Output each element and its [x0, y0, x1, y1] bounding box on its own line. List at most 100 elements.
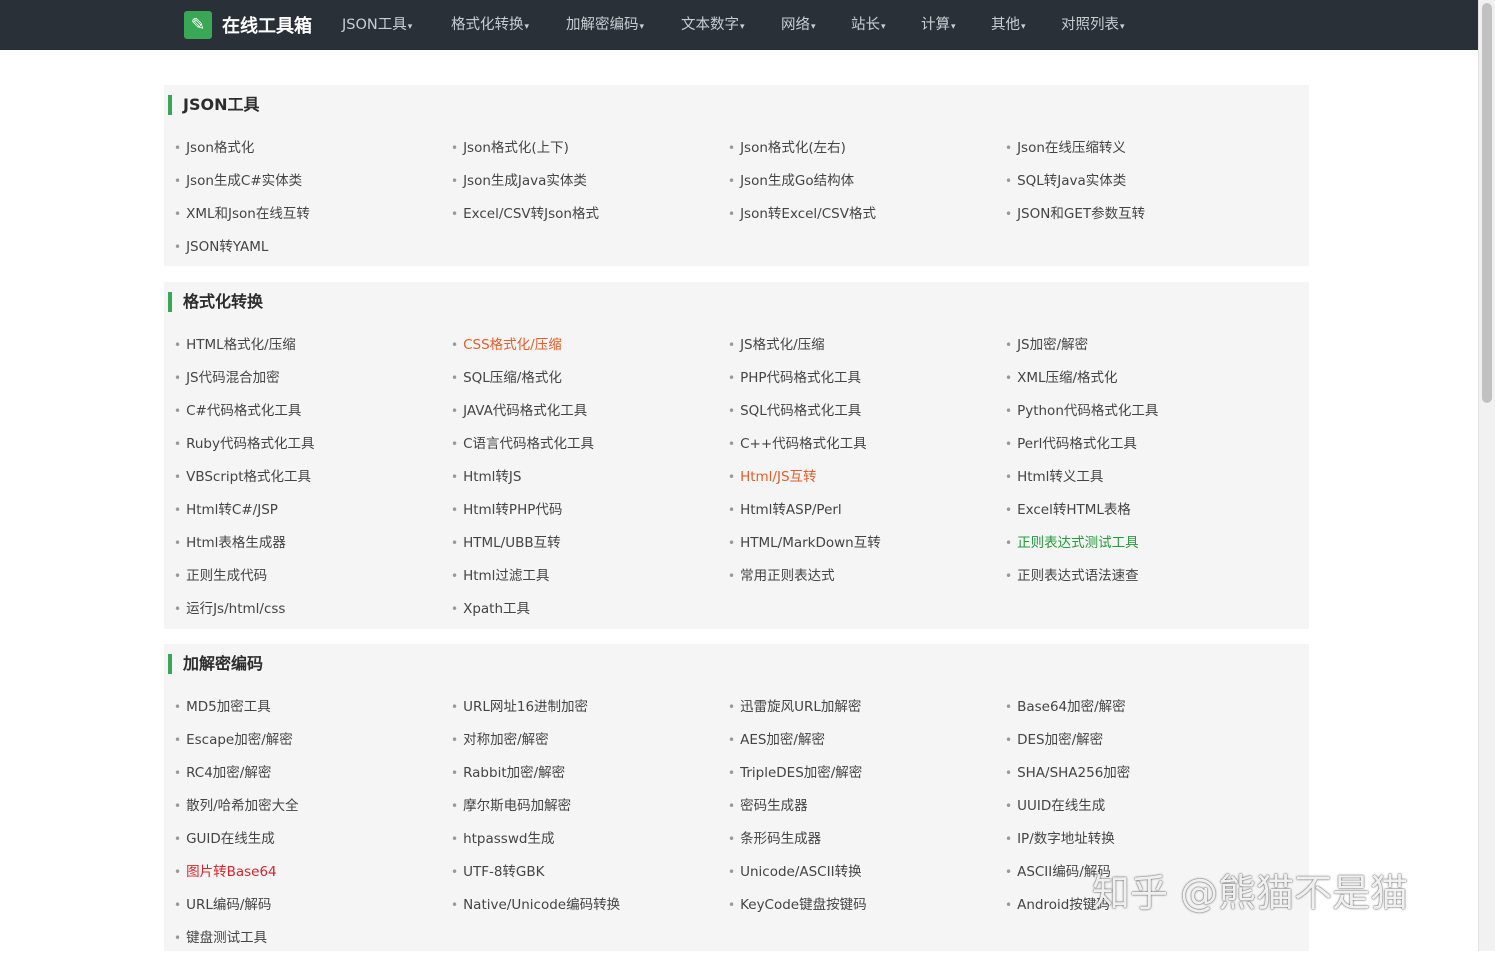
tool-link[interactable]: • SHA/SHA256加密 — [995, 763, 1272, 796]
tool-link[interactable]: • XML压缩/格式化 — [995, 368, 1272, 401]
nav-network[interactable]: 网络▾ — [781, 0, 816, 50]
tool-link[interactable]: • Json格式化(上下) — [441, 138, 718, 171]
tool-link[interactable]: • JSON转YAML — [164, 237, 441, 270]
tool-link[interactable]: • Json格式化(左右) — [718, 138, 995, 171]
tool-link[interactable]: • 密码生成器 — [718, 796, 995, 829]
tool-link[interactable]: • 散列/哈希加密大全 — [164, 796, 441, 829]
tool-link-label: RC4加密/解密 — [186, 765, 272, 781]
tool-link[interactable]: • Html/JS互转 — [718, 467, 995, 500]
tool-link[interactable]: • MD5加密工具 — [164, 697, 441, 730]
tool-link[interactable]: • AES加密/解密 — [718, 730, 995, 763]
tool-link[interactable]: • HTML/UBB互转 — [441, 533, 718, 566]
tool-link[interactable]: • Unicode/ASCII转换 — [718, 862, 995, 895]
nav-json-tools[interactable]: JSON工具▾ — [342, 0, 412, 50]
tool-link[interactable]: • PHP代码格式化工具 — [718, 368, 995, 401]
tool-link[interactable]: • 正则表达式测试工具 — [995, 533, 1272, 566]
tool-link[interactable]: • Html转C#/JSP — [164, 500, 441, 533]
tool-link[interactable]: • Base64加密/解密 — [995, 697, 1272, 730]
section-title: 格式化转换 — [168, 292, 263, 312]
tool-link[interactable]: • 运行Js/html/css — [164, 599, 441, 632]
tool-link[interactable]: • C#代码格式化工具 — [164, 401, 441, 434]
tool-link[interactable]: • JS代码混合加密 — [164, 368, 441, 401]
tool-link[interactable]: • XML和Json在线互转 — [164, 204, 441, 237]
tool-link[interactable]: • SQL转Java实体类 — [995, 171, 1272, 204]
tool-link[interactable]: • SQL代码格式化工具 — [718, 401, 995, 434]
tool-link[interactable]: • IP/数字地址转换 — [995, 829, 1272, 862]
tool-link-label: Html表格生成器 — [186, 535, 286, 551]
tool-link[interactable]: • HTML/MarkDown互转 — [718, 533, 995, 566]
tool-link[interactable]: • RC4加密/解密 — [164, 763, 441, 796]
nav-encrypt-encode[interactable]: 加解密编码▾ — [566, 0, 644, 50]
tool-link[interactable]: • 摩尔斯电码加解密 — [441, 796, 718, 829]
tool-link[interactable]: • 迅雷旋风URL加解密 — [718, 697, 995, 730]
tool-link[interactable]: • HTML格式化/压缩 — [164, 335, 441, 368]
brand-logo[interactable]: ✎ 在线工具箱 — [184, 11, 312, 39]
tool-link[interactable]: • GUID在线生成 — [164, 829, 441, 862]
tool-link[interactable]: • TripleDES加密/解密 — [718, 763, 995, 796]
tool-link[interactable]: • Json生成C#实体类 — [164, 171, 441, 204]
tool-link[interactable]: • 常用正则表达式 — [718, 566, 995, 599]
bullet-icon: • — [174, 240, 182, 254]
tool-link[interactable]: • Html转JS — [441, 467, 718, 500]
tool-link[interactable]: • UTF-8转GBK — [441, 862, 718, 895]
tool-link[interactable]: • DES加密/解密 — [995, 730, 1272, 763]
tool-link[interactable]: • htpasswd生成 — [441, 829, 718, 862]
tool-link[interactable]: • 正则生成代码 — [164, 566, 441, 599]
nav-reference-list[interactable]: 对照列表▾ — [1061, 0, 1125, 50]
tool-link[interactable]: • CSS格式化/压缩 — [441, 335, 718, 368]
tool-link[interactable]: • C++代码格式化工具 — [718, 434, 995, 467]
tool-link[interactable]: • URL编码/解码 — [164, 895, 441, 928]
caret-down-icon: ▾ — [1021, 22, 1026, 32]
nav-format-convert[interactable]: 格式化转换▾ — [451, 0, 529, 50]
tool-link[interactable]: • JSON和GET参数互转 — [995, 204, 1272, 237]
tool-link[interactable]: • JS加密/解密 — [995, 335, 1272, 368]
tool-link[interactable]: • Ruby代码格式化工具 — [164, 434, 441, 467]
bullet-icon: • — [728, 865, 736, 879]
bullet-icon: • — [728, 470, 736, 484]
tool-link[interactable]: • VBScript格式化工具 — [164, 467, 441, 500]
tool-link[interactable]: • Html表格生成器 — [164, 533, 441, 566]
nav-calculate[interactable]: 计算▾ — [921, 0, 956, 50]
tool-link[interactable]: • Xpath工具 — [441, 599, 718, 632]
tool-link[interactable]: • JS格式化/压缩 — [718, 335, 995, 368]
tool-link[interactable]: • Json转Excel/CSV格式 — [718, 204, 995, 237]
bullet-icon: • — [451, 700, 459, 714]
tool-link[interactable]: • Excel/CSV转Json格式 — [441, 204, 718, 237]
tool-link[interactable]: • Json在线压缩转义 — [995, 138, 1272, 171]
tool-link[interactable]: • 图片转Base64 — [164, 862, 441, 895]
vertical-scrollbar[interactable] — [1478, 0, 1495, 951]
tool-link[interactable]: • Json格式化 — [164, 138, 441, 171]
tool-link[interactable]: • Html转ASP/Perl — [718, 500, 995, 533]
tool-link[interactable]: • Excel转HTML表格 — [995, 500, 1272, 533]
tool-link[interactable]: • Html过滤工具 — [441, 566, 718, 599]
tool-link[interactable]: • Rabbit加密/解密 — [441, 763, 718, 796]
caret-down-icon: ▾ — [811, 22, 816, 32]
tool-link[interactable]: • Json生成Java实体类 — [441, 171, 718, 204]
tool-link[interactable]: • URL网址16进制加密 — [441, 697, 718, 730]
tool-link-label: VBScript格式化工具 — [186, 469, 311, 485]
nav-other[interactable]: 其他▾ — [991, 0, 1026, 50]
tool-link[interactable]: • Perl代码格式化工具 — [995, 434, 1272, 467]
tool-link[interactable]: • 键盘测试工具 — [164, 928, 441, 961]
bullet-icon: • — [728, 503, 736, 517]
tool-link-label: Python代码格式化工具 — [1017, 403, 1159, 419]
tool-link[interactable]: • Html转义工具 — [995, 467, 1272, 500]
tool-link-label: Json转Excel/CSV格式 — [740, 206, 876, 222]
tool-link[interactable]: • Native/Unicode编码转换 — [441, 895, 718, 928]
tool-link[interactable]: • C语言代码格式化工具 — [441, 434, 718, 467]
tool-link[interactable]: • 正则表达式语法速查 — [995, 566, 1272, 599]
tool-link[interactable]: • 条形码生成器 — [718, 829, 995, 862]
nav-webmaster[interactable]: 站长▾ — [851, 0, 886, 50]
scrollbar-thumb[interactable] — [1482, 3, 1492, 403]
tool-link[interactable]: • Escape加密/解密 — [164, 730, 441, 763]
tool-link-label: Unicode/ASCII转换 — [740, 864, 862, 880]
tool-link[interactable]: • Python代码格式化工具 — [995, 401, 1272, 434]
tool-link[interactable]: • JAVA代码格式化工具 — [441, 401, 718, 434]
tool-link[interactable]: • Html转PHP代码 — [441, 500, 718, 533]
nav-text-number[interactable]: 文本数字▾ — [681, 0, 745, 50]
tool-link[interactable]: • 对称加密/解密 — [441, 730, 718, 763]
tool-link[interactable]: • KeyCode键盘按键码 — [718, 895, 995, 928]
tool-link[interactable]: • SQL压缩/格式化 — [441, 368, 718, 401]
tool-link[interactable]: • UUID在线生成 — [995, 796, 1272, 829]
tool-link[interactable]: • Json生成Go结构体 — [718, 171, 995, 204]
